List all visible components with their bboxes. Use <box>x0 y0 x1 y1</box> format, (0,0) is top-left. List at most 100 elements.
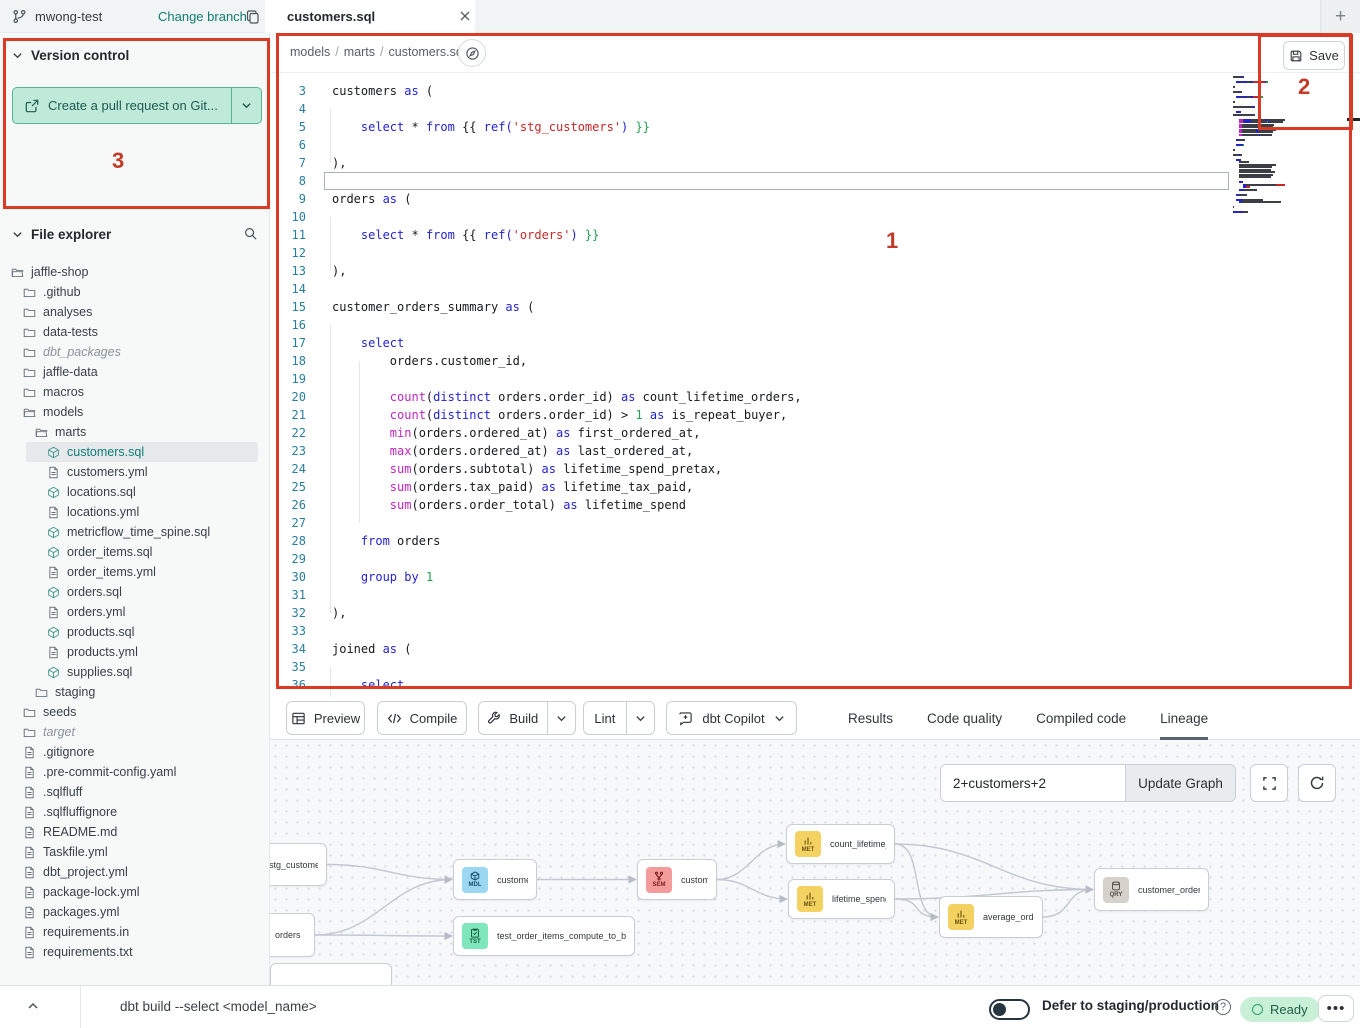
lineage-node-customers[interactable]: MDLcustomers <box>453 859 537 900</box>
version-control-header[interactable]: Version control <box>12 48 129 63</box>
lineage-node-stg-customers[interactable]: MDLstg_customers <box>270 843 327 886</box>
lineage-panel[interactable]: MDLstg_customers MDLorders MDLcustomers SEM… <box>270 740 1360 985</box>
lineage-controls: Update Graph <box>940 764 1236 802</box>
file-tree-item-locations-yml[interactable]: locations.yml <box>0 502 268 522</box>
compile-button[interactable]: Compile <box>377 701 467 735</box>
lineage-node-average-order-value[interactable]: METaverage_order_value <box>939 896 1043 938</box>
panel-tab-code-quality[interactable]: Code quality <box>927 697 1002 740</box>
file-tree-item-seeds[interactable]: seeds <box>0 702 268 722</box>
dbt-copilot-button[interactable]: dbt Copilot <box>666 701 797 735</box>
file-tree-item-requirements-txt[interactable]: requirements.txt <box>0 942 268 962</box>
update-graph-button[interactable]: Update Graph <box>1125 765 1235 801</box>
file-tree-item-readme-md[interactable]: README.md <box>0 822 268 842</box>
file-tree-item-dbt-project-yml[interactable]: dbt_project.yml <box>0 862 268 882</box>
panel-tab-compiled-code[interactable]: Compiled code <box>1036 697 1126 740</box>
lineage-node-lifetime-spend-pretax[interactable]: METlifetime_spend_pretax <box>788 879 895 919</box>
file-tree-item-taskfile-yml[interactable]: Taskfile.yml <box>0 842 268 862</box>
help-icon[interactable]: ? <box>1215 999 1231 1015</box>
panel-tab-results[interactable]: Results <box>848 697 893 740</box>
defer-toggle[interactable] <box>989 999 1030 1020</box>
lineage-node-label: orders <box>275 930 301 940</box>
file-tree-item--pre-commit-config-yaml[interactable]: .pre-commit-config.yaml <box>0 762 268 782</box>
lineage-node-count-lifetime-orders[interactable]: METcount_lifetime_orders <box>786 824 895 864</box>
copy-icon[interactable] <box>245 9 261 25</box>
file-tree-item-metricflow-time-spine-sql[interactable]: metricflow_time_spine.sql <box>0 522 268 542</box>
file-tree-item-marts[interactable]: marts <box>0 422 268 442</box>
code-area[interactable]: customers as ( select * from {{ ref('stg… <box>332 82 802 694</box>
file-tree-label: orders.sql <box>67 585 122 599</box>
command-input[interactable]: dbt build --select <model_name> <box>120 999 317 1014</box>
lint-button[interactable]: Lint <box>584 702 626 734</box>
build-button[interactable]: Build <box>479 702 547 734</box>
file-tree-item-jaffle-data[interactable]: jaffle-data <box>0 362 268 382</box>
new-tab-button[interactable]: + <box>1320 0 1360 33</box>
file-tree-item-jaffle-shop[interactable]: jaffle-shop <box>0 262 268 282</box>
file-tree-item-customers-yml[interactable]: customers.yml <box>0 462 268 482</box>
fullscreen-button[interactable] <box>1250 764 1288 802</box>
search-icon[interactable] <box>243 226 258 241</box>
change-branch-link[interactable]: Change branch <box>158 9 247 24</box>
more-options-button[interactable]: ••• <box>1318 995 1354 1022</box>
breadcrumb-part-customers-sql[interactable]: customers.sql <box>389 45 466 59</box>
file-tree-item-locations-sql[interactable]: locations.sql <box>0 482 268 502</box>
file-tree-item-package-lock-yml[interactable]: package-lock.yml <box>0 882 268 902</box>
code-line-10 <box>332 208 802 226</box>
tab-close-icon[interactable] <box>458 9 472 23</box>
lineage-node-label: customer_order_metrics <box>1138 885 1200 895</box>
create-pr-dropdown[interactable] <box>232 88 261 123</box>
panel-tab-lineage[interactable]: Lineage <box>1160 697 1208 740</box>
status-bar: dbt build --select <model_name> Defer to… <box>0 985 1360 1028</box>
lineage-node-partial[interactable] <box>270 963 392 985</box>
format-button[interactable] <box>458 39 486 67</box>
code-line-8 <box>332 172 802 190</box>
create-pr-main[interactable]: Create a pull request on Git... <box>13 88 232 123</box>
file-tree-item-products-yml[interactable]: products.yml <box>0 642 268 662</box>
build-dropdown[interactable] <box>548 702 575 734</box>
file-tree-item-dbt-packages[interactable]: dbt_packages <box>0 342 268 362</box>
code-line-32: ), <box>332 604 802 622</box>
editor-tab-customers-sql[interactable]: customers.sql <box>265 0 475 33</box>
breadcrumb-part-marts[interactable]: marts <box>344 45 375 59</box>
model-selector-input[interactable] <box>941 765 1125 801</box>
lineage-node-orders[interactable]: MDLorders <box>270 913 315 957</box>
file-tree-item-analyses[interactable]: analyses <box>0 302 268 322</box>
refresh-button[interactable] <box>1298 764 1336 802</box>
file-tree-label: dbt_packages <box>43 345 121 359</box>
lineage-node-test-order-items-compute-to-bools-[interactable]: TSTtest_order_items_compute_to_bools... <box>453 916 635 956</box>
file-tree-item-target[interactable]: target <box>0 722 268 742</box>
file-tree-label: .github <box>43 285 81 299</box>
file-tree-item--github[interactable]: .github <box>0 282 268 302</box>
file-tree-item-order-items-yml[interactable]: order_items.yml <box>0 562 268 582</box>
file-tree-item-orders-yml[interactable]: orders.yml <box>0 602 268 622</box>
file-tree-item-orders-sql[interactable]: orders.sql <box>0 582 268 602</box>
file-tree-item-supplies-sql[interactable]: supplies.sql <box>0 662 268 682</box>
minimap[interactable] <box>1233 76 1318 214</box>
file-tree-item-models[interactable]: models <box>0 402 268 422</box>
file-tree-label: requirements.txt <box>43 945 133 959</box>
preview-button[interactable]: Preview <box>286 701 365 735</box>
lineage-node-customers[interactable]: SEMcustomers <box>637 859 717 900</box>
file-tree-item-data-tests[interactable]: data-tests <box>0 322 268 342</box>
lineage-node-customer-order-metrics[interactable]: QRYcustomer_order_metrics <box>1094 868 1209 911</box>
chevron-up-icon[interactable] <box>26 999 40 1013</box>
create-pr-button[interactable]: Create a pull request on Git... <box>12 87 262 124</box>
code-line-21: count(distinct orders.order_id) > 1 as i… <box>332 406 802 424</box>
file-tree-item-staging[interactable]: staging <box>0 682 268 702</box>
save-button[interactable]: Save <box>1283 41 1345 70</box>
file-tree-item-packages-yml[interactable]: packages.yml <box>0 902 268 922</box>
file-explorer-header[interactable]: File explorer <box>12 227 258 242</box>
breadcrumb-part-models[interactable]: models <box>290 45 330 59</box>
file-tree-item--sqlfluffignore[interactable]: .sqlfluffignore <box>0 802 268 822</box>
file-tree-item--gitignore[interactable]: .gitignore <box>0 742 268 762</box>
sidebar: Version control Create a pull request on… <box>0 33 270 985</box>
file-tree-item-macros[interactable]: macros <box>0 382 268 402</box>
cube-icon <box>46 585 60 599</box>
code-editor[interactable]: 3456789101112131415161718192021222324252… <box>270 73 1360 697</box>
breadcrumb-separator: / <box>335 45 338 59</box>
file-tree-item-products-sql[interactable]: products.sql <box>0 622 268 642</box>
file-tree-item-customers-sql[interactable]: customers.sql <box>0 442 268 462</box>
lint-dropdown[interactable] <box>627 702 654 734</box>
file-tree-item-requirements-in[interactable]: requirements.in <box>0 922 268 942</box>
file-tree-item-order-items-sql[interactable]: order_items.sql <box>0 542 268 562</box>
file-tree-item--sqlfluff[interactable]: .sqlfluff <box>0 782 268 802</box>
